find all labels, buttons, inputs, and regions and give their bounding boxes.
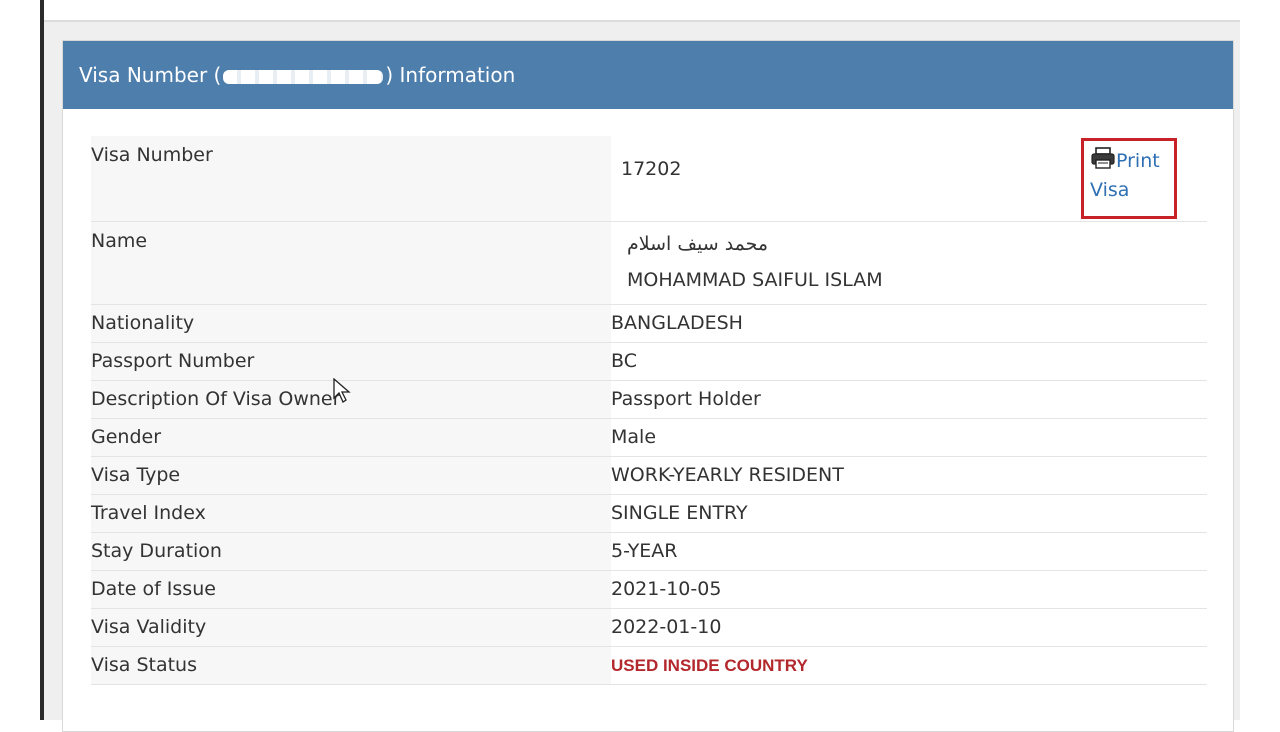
visa-number-value: 17202	[621, 158, 682, 180]
row-label: Name	[91, 221, 611, 305]
row-value: 2021-10-05	[611, 570, 1207, 609]
redacted-visa-number	[223, 69, 384, 84]
row-value: 2022-01-10	[611, 608, 1207, 647]
row-value: محمد سيف اسلام MOHAMMAD SAIFUL ISLAM	[611, 221, 1207, 305]
row-value: BC	[611, 342, 1207, 381]
panel-header: Visa Number () Information	[63, 41, 1233, 109]
printer-icon[interactable]	[1090, 147, 1116, 169]
row-value: USED INSIDE COUNTRY	[611, 646, 1207, 685]
table-row: Visa Status USED INSIDE COUNTRY	[91, 646, 1207, 685]
row-value: WORK-YEARLY RESIDENT	[611, 456, 1207, 495]
row-value: BANGLADESH	[611, 304, 1207, 343]
row-label: Nationality	[91, 304, 611, 343]
row-label: Stay Duration	[91, 532, 611, 571]
table-row: Visa Number 17202 Print Visa	[91, 136, 1207, 222]
row-label: Travel Index	[91, 494, 611, 533]
row-label: Visa Validity	[91, 608, 611, 647]
top-card	[44, 0, 1240, 22]
row-label: Visa Type	[91, 456, 611, 495]
table-row: Visa Validity 2022-01-10	[91, 608, 1207, 647]
row-label: Date of Issue	[91, 570, 611, 609]
visa-status-badge: USED INSIDE COUNTRY	[611, 656, 808, 675]
row-label: Description Of Visa Owner	[91, 380, 611, 419]
table-row: Nationality BANGLADESH	[91, 304, 1207, 343]
row-label: Visa Number	[91, 136, 611, 222]
print-label[interactable]: Print	[1116, 150, 1160, 172]
table-row: Passport Number BC	[91, 342, 1207, 381]
table-row: Description Of Visa Owner Passport Holde…	[91, 380, 1207, 419]
print-visa-button[interactable]: Print Visa	[1081, 138, 1177, 219]
row-value: SINGLE ENTRY	[611, 494, 1207, 533]
left-margin	[0, 0, 43, 720]
row-value: Passport Holder	[611, 380, 1207, 419]
row-label: Gender	[91, 418, 611, 457]
visa-label[interactable]: Visa	[1090, 179, 1129, 201]
name-latin-value: MOHAMMAD SAIFUL ISLAM	[627, 269, 883, 291]
visa-information-panel: Visa Number () Information Visa Number 1…	[62, 40, 1234, 732]
row-label: Visa Status	[91, 646, 611, 685]
table-row: Name محمد سيف اسلام MOHAMMAD SAIFUL ISLA…	[91, 221, 1207, 305]
table-row: Visa Type WORK-YEARLY RESIDENT	[91, 456, 1207, 495]
visa-details-table: Visa Number 17202 Print Visa Name محمد س…	[91, 136, 1207, 685]
panel-title: Visa Number () Information	[79, 63, 516, 87]
table-row: Travel Index SINGLE ENTRY	[91, 494, 1207, 533]
right-margin	[1240, 0, 1280, 720]
name-arabic-value: محمد سيف اسلام	[627, 233, 769, 255]
table-row: Date of Issue 2021-10-05	[91, 570, 1207, 609]
mouse-pointer-icon	[333, 378, 351, 403]
table-row: Gender Male	[91, 418, 1207, 457]
row-value: 17202 Print Visa	[611, 136, 1207, 222]
row-label: Passport Number	[91, 342, 611, 381]
table-row: Stay Duration 5-YEAR	[91, 532, 1207, 571]
row-value: Male	[611, 418, 1207, 457]
row-value: 5-YEAR	[611, 532, 1207, 571]
